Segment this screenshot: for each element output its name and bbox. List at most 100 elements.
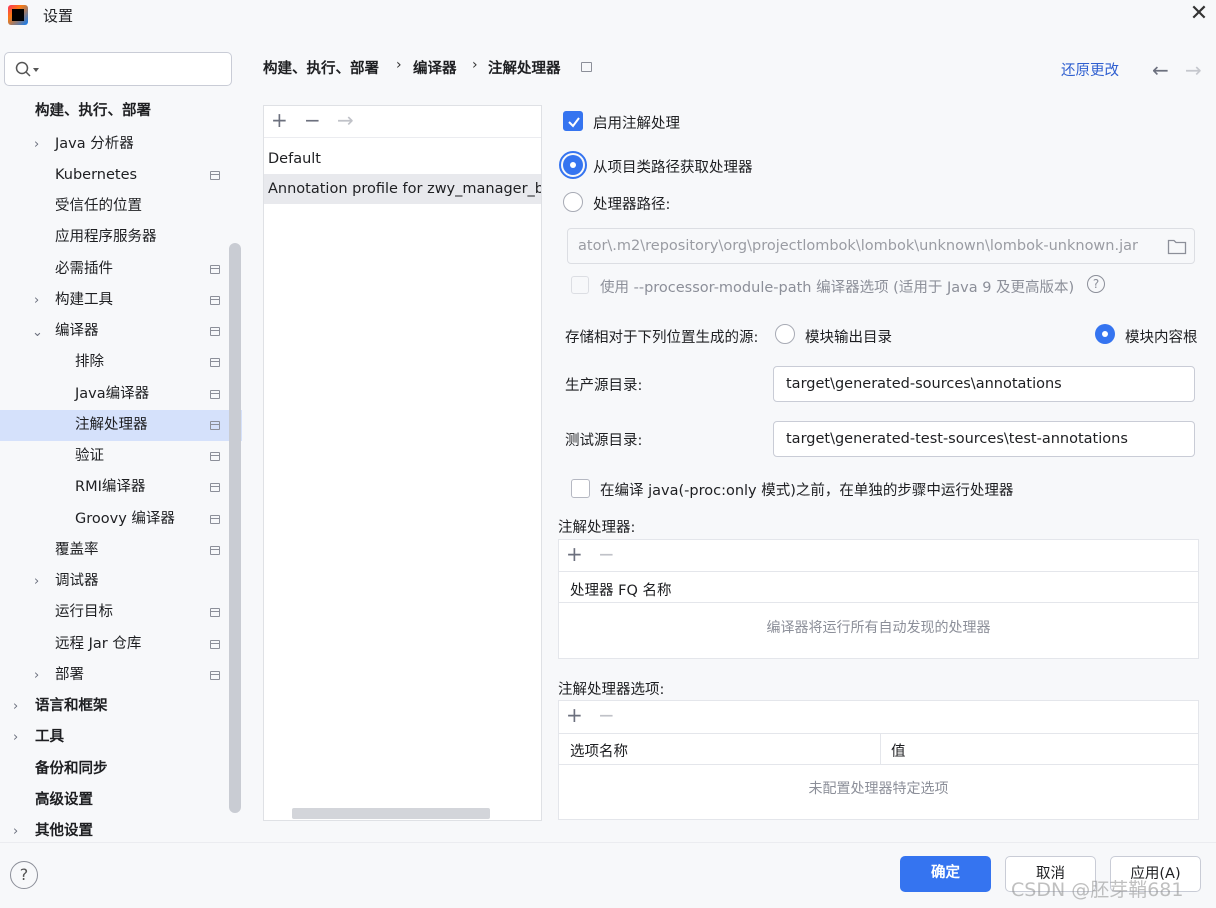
- processors-table: + − 处理器 FQ 名称 编译器将运行所有自动发现的处理器: [558, 539, 1199, 659]
- app-logo-inner: [12, 9, 24, 21]
- enable-checkbox[interactable]: [563, 111, 583, 131]
- chevron-right-icon: ›: [13, 730, 19, 745]
- settings-tree: 构建、执行、部署 › Java 分析器 Kubernetes 受信任的位置 应用程…: [0, 96, 242, 842]
- separate-step-label: 在编译 java(-proc:only 模式)之前，在单独的步骤中运行处理器: [600, 483, 1014, 499]
- sidebar-item-kubernetes[interactable]: Kubernetes: [0, 160, 230, 191]
- help-button[interactable]: ?: [10, 861, 38, 889]
- sidebar-item-excludes[interactable]: 排除: [0, 347, 230, 378]
- chevron-right-icon: ›: [34, 137, 40, 152]
- store-label: 存储相对于下列位置生成的源:: [565, 330, 759, 346]
- sidebar-item-tools[interactable]: › 工具: [0, 722, 230, 753]
- sidebar-item-annotation-processors[interactable]: 注解处理器: [0, 410, 242, 441]
- folder-icon[interactable]: [1167, 237, 1187, 255]
- remove-icon[interactable]: −: [598, 542, 615, 566]
- chevron-right-icon: ›: [34, 574, 40, 589]
- back-arrow-icon[interactable]: ←: [1152, 58, 1169, 82]
- module-output-radio[interactable]: [775, 324, 795, 344]
- processor-path-label: 处理器路径:: [593, 197, 671, 213]
- breadcrumb-build[interactable]: 构建、执行、部署: [263, 57, 379, 78]
- title-bar: 设置 ✕: [0, 0, 1216, 32]
- enable-checkbox-wrap[interactable]: [563, 111, 583, 131]
- sidebar-item-app-servers[interactable]: 应用程序服务器: [0, 222, 230, 253]
- add-icon[interactable]: +: [566, 542, 583, 566]
- sidebar-item-required-plugins[interactable]: 必需插件: [0, 254, 230, 285]
- module-path-label: 使用 --processor-module-path 编译器选项 (适用于 Ja…: [600, 280, 1075, 296]
- close-icon[interactable]: ✕: [1187, 3, 1211, 27]
- sidebar-item-remote-jar[interactable]: 远程 Jar 仓库: [0, 629, 230, 660]
- project-settings-icon: [210, 608, 220, 617]
- watermark: CSDN @胚芽鞘681: [1011, 879, 1184, 901]
- sidebar-item-languages[interactable]: › 语言和框架: [0, 691, 230, 722]
- move-icon[interactable]: →: [337, 108, 354, 132]
- profiles-hscrollbar[interactable]: [292, 808, 490, 819]
- test-dir-label: 测试源目录:: [565, 433, 643, 449]
- processor-path-radio[interactable]: [563, 192, 583, 212]
- breadcrumb-separator: ›: [396, 57, 402, 73]
- sidebar-item-trusted-locations[interactable]: 受信任的位置: [0, 191, 230, 222]
- module-output-label: 模块输出目录: [805, 330, 892, 346]
- sidebar-item-java-compiler[interactable]: Java编译器: [0, 379, 230, 410]
- reset-link[interactable]: 还原更改: [1061, 59, 1119, 80]
- processors-title: 注解处理器:: [558, 520, 636, 536]
- project-settings-icon: [210, 265, 220, 274]
- processors-empty-text: 编译器将运行所有自动发现的处理器: [766, 620, 991, 636]
- help-icon[interactable]: ?: [1087, 275, 1105, 293]
- add-icon[interactable]: +: [566, 703, 583, 727]
- sidebar-item-backup-sync[interactable]: 备份和同步: [0, 754, 230, 785]
- ok-button[interactable]: 确定: [900, 856, 991, 892]
- breadcrumb-separator: ›: [472, 57, 478, 73]
- check-icon: [568, 117, 580, 128]
- sidebar-item-run-targets[interactable]: 运行目标: [0, 597, 230, 628]
- project-settings-icon: [210, 452, 220, 461]
- sidebar-item-rmi-compiler[interactable]: RMI编译器: [0, 472, 230, 503]
- search-icon: [15, 61, 39, 77]
- sidebar-item-advanced[interactable]: 高级设置: [0, 785, 230, 816]
- enable-label: 启用注解处理: [593, 116, 680, 132]
- from-classpath-radio[interactable]: [563, 155, 583, 175]
- sidebar-scrollbar[interactable]: [229, 243, 241, 813]
- sidebar-item-validation[interactable]: 验证: [0, 441, 230, 472]
- project-settings-icon: [210, 483, 220, 492]
- project-settings-icon: [210, 327, 220, 336]
- processor-path-field[interactable]: ator\.m2\repository\org\projectlombok\lo…: [567, 228, 1195, 264]
- sidebar-item-deployment[interactable]: › 部署: [0, 660, 230, 691]
- sidebar-item-coverage[interactable]: 覆盖率: [0, 535, 230, 566]
- project-settings-icon: [210, 296, 220, 305]
- profile-item-default[interactable]: Default: [264, 144, 541, 174]
- chevron-down-icon: ⌄: [32, 325, 43, 340]
- sidebar-item-build[interactable]: 构建、执行、部署: [0, 96, 230, 127]
- separate-step-checkbox[interactable]: [571, 479, 590, 498]
- chevron-right-icon: ›: [13, 699, 19, 714]
- chevron-right-icon: ›: [34, 668, 40, 683]
- chevron-right-icon: ›: [34, 293, 40, 308]
- test-dir-field[interactable]: target\generated-test-sources\test-annot…: [773, 421, 1195, 457]
- add-icon[interactable]: +: [271, 108, 288, 132]
- sidebar-item-groovy-compiler[interactable]: Groovy 编译器: [0, 504, 230, 535]
- breadcrumb-compiler[interactable]: 编译器: [413, 57, 457, 78]
- profile-item-selected[interactable]: Annotation profile for zwy_manager_b: [264, 174, 541, 204]
- search-input[interactable]: [4, 52, 232, 86]
- project-settings-icon: [581, 62, 592, 72]
- prod-dir-label: 生产源目录:: [565, 378, 643, 394]
- from-classpath-label: 从项目类路径获取处理器: [593, 160, 753, 176]
- remove-icon[interactable]: −: [304, 108, 321, 132]
- sidebar-item-compiler[interactable]: ⌄ 编译器: [0, 316, 230, 347]
- profiles-panel: + − → Default Annotation profile for zwy…: [263, 105, 542, 821]
- prod-dir-field[interactable]: target\generated-sources\annotations: [773, 366, 1195, 402]
- options-table: + − 选项名称 值 未配置处理器特定选项: [558, 700, 1199, 820]
- module-path-checkbox[interactable]: [571, 276, 589, 294]
- module-content-label: 模块内容根: [1125, 330, 1198, 346]
- options-empty-text: 未配置处理器特定选项: [808, 781, 949, 797]
- sidebar-item-debugger[interactable]: › 调试器: [0, 566, 230, 597]
- option-value-header[interactable]: 值: [891, 740, 906, 761]
- breadcrumb-current: 注解处理器: [488, 61, 561, 77]
- project-settings-icon: [210, 640, 220, 649]
- sidebar-item-build-tools[interactable]: › 构建工具: [0, 285, 230, 316]
- forward-arrow-icon[interactable]: →: [1185, 58, 1202, 82]
- module-content-radio[interactable]: [1095, 324, 1115, 344]
- processor-column-header[interactable]: 处理器 FQ 名称: [570, 579, 671, 600]
- sidebar-item-java-profiler[interactable]: › Java 分析器: [0, 129, 230, 160]
- remove-icon[interactable]: −: [598, 703, 615, 727]
- option-name-header[interactable]: 选项名称: [570, 740, 628, 761]
- project-settings-icon: [210, 171, 220, 180]
